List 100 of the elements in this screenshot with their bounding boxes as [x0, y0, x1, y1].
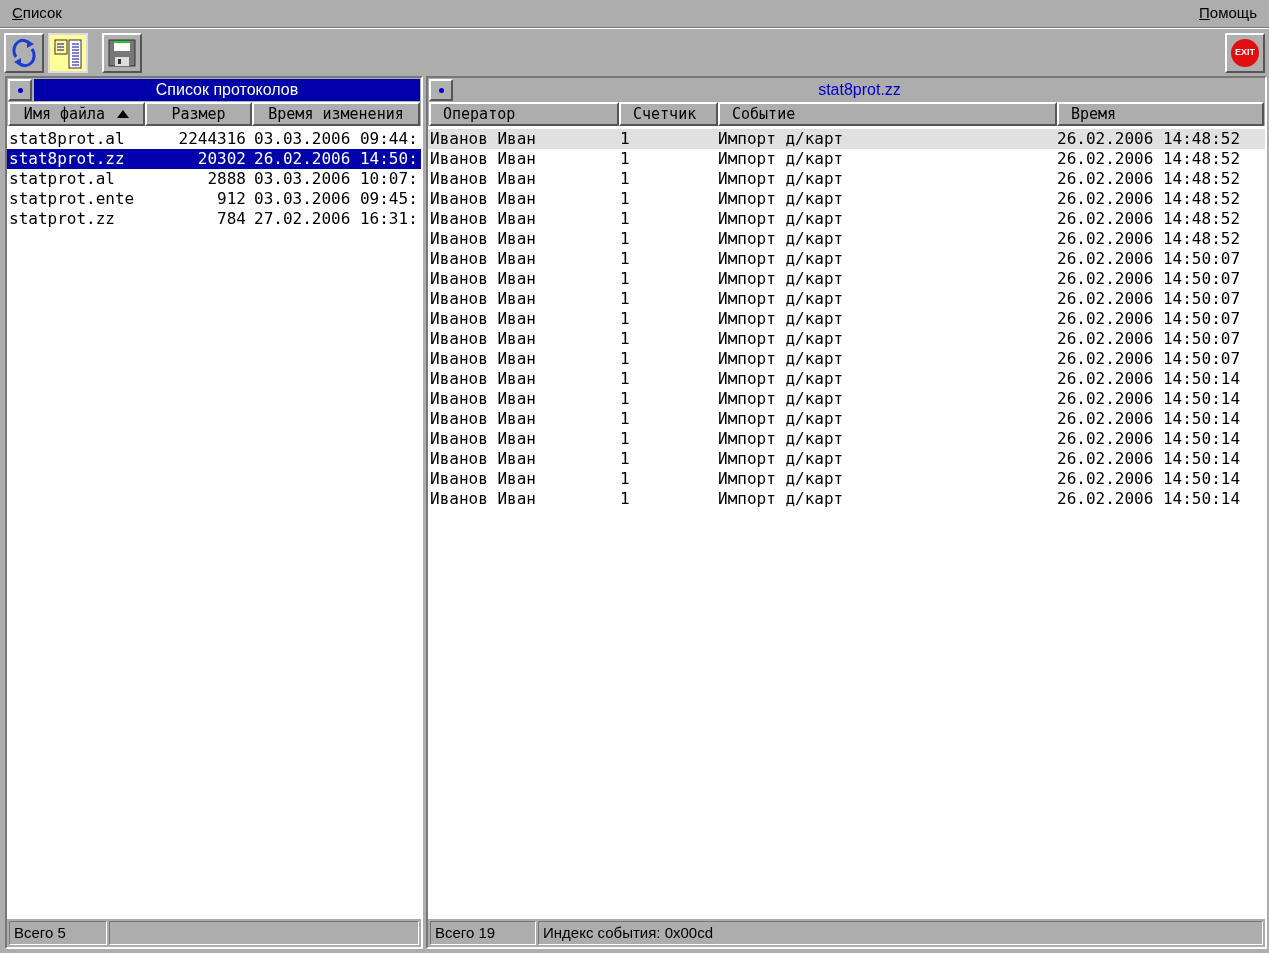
- time-cell-text: 26.02.2006 14:48:52: [1057, 168, 1241, 190]
- operator-cell-text: Иванов Иван: [430, 128, 537, 150]
- column-header[interactable]: Оператор: [429, 102, 619, 126]
- counter-cell-text: 1: [620, 428, 631, 450]
- event-row[interactable]: Иванов Иван 1 Импорт д/карт 26.02.2006 14:50:14: [428, 469, 1265, 489]
- column-header[interactable]: Событие: [718, 102, 1057, 126]
- operator-cell-text: Иванов Иван: [430, 168, 537, 190]
- toolbar-button[interactable]: [48, 32, 88, 73]
- menu-item[interactable]: Список: [4, 2, 70, 25]
- event-cell-text: Импорт д/карт: [718, 228, 845, 250]
- time-cell-text: 26.02.2006 14:50:07: [1057, 288, 1241, 310]
- time-cell-text: 26.02.2006 14:48:52: [1057, 188, 1241, 210]
- event-cell-text: Импорт д/карт: [718, 288, 845, 310]
- time-cell-text: 26.02.2006 14:48:52: [1057, 228, 1241, 250]
- status-text: Всего 19: [430, 921, 536, 945]
- event-row[interactable]: Иванов Иван 1 Импорт д/карт 26.02.2006 14:50:07: [428, 309, 1265, 329]
- event-cell-text: Импорт д/карт: [718, 468, 845, 490]
- event-cell-text: Импорт д/карт: [718, 208, 845, 230]
- event-cell-text: Импорт д/карт: [718, 428, 845, 450]
- operator-cell-text: Иванов Иван: [430, 468, 537, 490]
- event-row[interactable]: Иванов Иван 1 Импорт д/карт 26.02.2006 14:50:14: [428, 409, 1265, 429]
- file-row[interactable]: stat8prot.al 2244316 03.03.2006 09:44:: [7, 129, 421, 149]
- operator-cell-text: Иванов Иван: [430, 188, 537, 210]
- operator-cell-text: Иванов Иван: [430, 408, 537, 430]
- event-cell-text: Импорт д/карт: [718, 248, 845, 270]
- event-cell-text: Импорт д/карт: [718, 448, 845, 470]
- event-row[interactable]: Иванов Иван 1 Импорт д/карт 26.02.2006 14:48:52: [428, 229, 1265, 249]
- event-cell-text: Импорт д/карт: [718, 488, 845, 510]
- file-row[interactable]: statprot.ente 912 03.03.2006 09:45:: [7, 189, 421, 209]
- event-cell-text: Импорт д/карт: [718, 128, 845, 150]
- status-text: Всего 5: [9, 921, 107, 945]
- menu-item[interactable]: Помощь: [1191, 2, 1265, 25]
- column-header[interactable]: Имя файла: [8, 102, 145, 126]
- counter-cell-text: 1: [620, 368, 631, 390]
- panel-menu-button[interactable]: [429, 79, 453, 101]
- operator-cell-text: Иванов Иван: [430, 368, 537, 390]
- panel-menu-button[interactable]: [8, 79, 32, 101]
- counter-cell-text: 1: [620, 448, 631, 470]
- event-row[interactable]: Иванов Иван 1 Импорт д/карт 26.02.2006 14:50:07: [428, 289, 1265, 309]
- counter-cell-text: 1: [620, 348, 631, 370]
- counter-cell-text: 1: [620, 128, 631, 150]
- event-cell-text: Импорт д/карт: [718, 368, 845, 390]
- event-row[interactable]: Иванов Иван 1 Импорт д/карт 26.02.2006 14:48:52: [428, 189, 1265, 209]
- event-cell-text: Импорт д/карт: [718, 388, 845, 410]
- column-header[interactable]: Время: [1057, 102, 1264, 126]
- operator-cell-text: Иванов Иван: [430, 208, 537, 230]
- operator-cell-text: Иванов Иван: [430, 308, 537, 330]
- event-row[interactable]: Иванов Иван 1 Импорт д/карт 26.02.2006 14:50:14: [428, 449, 1265, 469]
- counter-cell-text: 1: [620, 148, 631, 170]
- exit-button[interactable]: EXIT: [1225, 32, 1265, 73]
- time-cell-text: 26.02.2006 14:50:14: [1057, 388, 1241, 410]
- event-cell-text: Импорт д/карт: [718, 348, 845, 370]
- counter-cell-text: 1: [620, 288, 631, 310]
- column-header[interactable]: Счетчик: [619, 102, 718, 126]
- event-cell-text: Импорт д/карт: [718, 188, 845, 210]
- event-row[interactable]: Иванов Иван 1 Импорт д/карт 26.02.2006 14:50:07: [428, 249, 1265, 269]
- time-cell-text: 26.02.2006 14:50:14: [1057, 488, 1241, 510]
- event-row[interactable]: Иванов Иван 1 Импорт д/карт 26.02.2006 14:50:07: [428, 349, 1265, 369]
- event-cell-text: Импорт д/карт: [718, 328, 845, 350]
- operator-cell-text: Иванов Иван: [430, 488, 537, 510]
- file-row[interactable]: stat8prot.zz 20302 26.02.2006 14:50:: [7, 149, 421, 169]
- event-row[interactable]: Иванов Иван 1 Импорт д/карт 26.02.2006 14:50:07: [428, 269, 1265, 289]
- event-row[interactable]: Иванов Иван 1 Импорт д/карт 26.02.2006 14:50:14: [428, 429, 1265, 449]
- event-cell-text: Импорт д/карт: [718, 308, 845, 330]
- operator-cell-text: Иванов Иван: [430, 248, 537, 270]
- column-header[interactable]: Размер: [145, 102, 252, 126]
- operator-cell-text: Иванов Иван: [430, 228, 537, 250]
- event-row[interactable]: Иванов Иван 1 Импорт д/карт 26.02.2006 14:48:52: [428, 209, 1265, 229]
- counter-cell-text: 1: [620, 488, 631, 510]
- event-cell-text: Импорт д/карт: [718, 148, 845, 170]
- time-cell-text: 26.02.2006 14:48:52: [1057, 148, 1241, 170]
- operator-cell-text: Иванов Иван: [430, 288, 537, 310]
- event-row[interactable]: Иванов Иван 1 Импорт д/карт 26.02.2006 14:48:52: [428, 129, 1265, 149]
- counter-cell-text: 1: [620, 168, 631, 190]
- sort-arrow-icon: [117, 110, 130, 118]
- event-row[interactable]: Иванов Иван 1 Импорт д/карт 26.02.2006 14:48:52: [428, 169, 1265, 189]
- counter-cell-text: 1: [620, 408, 631, 430]
- operator-cell-text: Иванов Иван: [430, 428, 537, 450]
- time-cell-text: 26.02.2006 14:50:14: [1057, 428, 1241, 450]
- event-row[interactable]: Иванов Иван 1 Импорт д/карт 26.02.2006 14:50:14: [428, 489, 1265, 509]
- operator-cell-text: Иванов Иван: [430, 148, 537, 170]
- counter-cell-text: 1: [620, 268, 631, 290]
- operator-cell-text: Иванов Иван: [430, 448, 537, 470]
- time-cell-text: 26.02.2006 14:50:07: [1057, 348, 1241, 370]
- counter-cell-text: 1: [620, 328, 631, 350]
- event-row[interactable]: Иванов Иван 1 Импорт д/карт 26.02.2006 14:48:52: [428, 149, 1265, 169]
- time-cell-text: 26.02.2006 14:50:14: [1057, 448, 1241, 470]
- counter-cell-text: 1: [620, 188, 631, 210]
- file-row[interactable]: statprot.al 2888 03.03.2006 10:07:: [7, 169, 421, 189]
- event-cell-text: Импорт д/карт: [718, 408, 845, 430]
- refresh-icon: [10, 36, 38, 69]
- file-row[interactable]: statprot.zz 784 27.02.2006 16:31:: [7, 209, 421, 229]
- event-row[interactable]: Иванов Иван 1 Импорт д/карт 26.02.2006 14:50:14: [428, 369, 1265, 389]
- counter-cell-text: 1: [620, 228, 631, 250]
- column-header[interactable]: Время изменения: [252, 102, 420, 126]
- counter-cell-text: 1: [620, 388, 631, 410]
- counter-cell-text: 1: [620, 468, 631, 490]
- event-row[interactable]: Иванов Иван 1 Импорт д/карт 26.02.2006 14:50:07: [428, 329, 1265, 349]
- time-cell-text: 26.02.2006 14:50:07: [1057, 268, 1241, 290]
- event-row[interactable]: Иванов Иван 1 Импорт д/карт 26.02.2006 14:50:14: [428, 389, 1265, 409]
